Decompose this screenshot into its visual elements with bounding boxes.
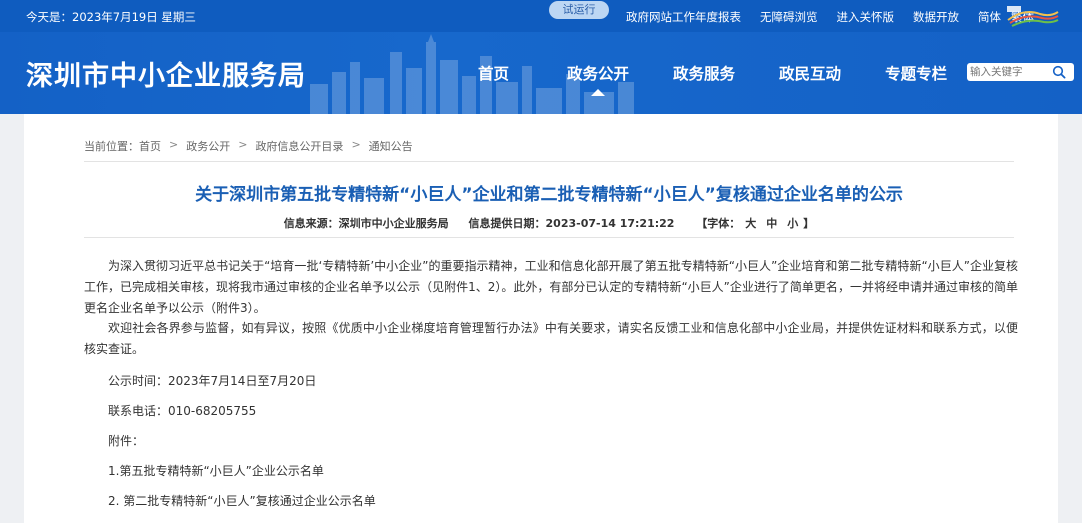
nav-government-affairs-disclosure[interactable]: 政务公开 xyxy=(567,62,629,84)
breadcrumb-notices[interactable]: 通知公告 xyxy=(369,138,413,154)
nav-home[interactable]: 首页 xyxy=(478,62,509,84)
site-title[interactable]: 深圳市中小企业服务局 xyxy=(26,54,306,93)
nav-public-interaction[interactable]: 政民互动 xyxy=(779,62,841,84)
font-size-close: 】 xyxy=(803,217,815,230)
breadcrumb-separator: > xyxy=(169,138,179,151)
publicity-period: 公示时间：2023年7月14日至7月20日 xyxy=(108,374,317,388)
nav-government-services[interactable]: 政务服务 xyxy=(673,62,735,84)
font-size-control: 【字体： 大中小】 xyxy=(696,217,814,230)
article-title: 关于深圳市第五批专精特新“小巨人”企业和第二批专精特新“小巨人”复核通过企业名单… xyxy=(195,185,903,205)
nav-special-topics[interactable]: 专题专栏 xyxy=(885,62,947,84)
font-size-medium[interactable]: 中 xyxy=(766,217,777,230)
top-link-annual-report[interactable]: 政府网站工作年度报表 xyxy=(626,9,741,25)
current-date: 今天是：2023年7月19日 星期三 xyxy=(26,10,196,24)
top-link-accessibility[interactable]: 无障碍浏览 xyxy=(760,9,818,25)
active-nav-indicator xyxy=(591,89,605,96)
search-input[interactable] xyxy=(970,64,1050,80)
breadcrumb-home[interactable]: 首页 xyxy=(139,138,161,154)
shenzhen-gov-logo-icon[interactable] xyxy=(1004,4,1060,28)
attachment-link-2[interactable]: 2. 第二批专精特新“小巨人”复核通过企业公示名单 xyxy=(108,492,376,509)
top-link-open-data[interactable]: 数据开放 xyxy=(913,9,959,25)
attachment-link-1[interactable]: 1.第五批专精特新“小巨人”企业公示名单 xyxy=(108,462,324,479)
font-size-small[interactable]: 小 xyxy=(787,217,798,230)
site-header: 深圳市中小企业服务局 首页 政务公开 政务服务 政民互动 专题专栏 xyxy=(0,32,1082,114)
breadcrumb-separator: > xyxy=(351,138,361,151)
divider xyxy=(84,237,1014,238)
breadcrumb-separator: > xyxy=(238,138,248,151)
article-meta: 信息来源：深圳市中小企业服务局 信息提供日期：2023-07-14 17:21:… xyxy=(84,215,1014,231)
info-source: 信息来源：深圳市中小企业服务局 xyxy=(283,217,449,230)
article-paragraph: 欢迎社会各界参与监督，如有异议，按照《优质中小企业梯度培育管理暂行办法》中有关要… xyxy=(84,321,1018,356)
article-body: 为深入贯彻习近平总书记关于“培育一批‘专精特新’中小企业”的重要指示精神，工业和… xyxy=(84,256,1018,368)
main-nav: 首页 政务公开 政务服务 政民互动 专题专栏 xyxy=(478,62,947,84)
top-link-simplified[interactable]: 简体 xyxy=(978,9,1001,25)
contact-phone: 联系电话：010-68205755 xyxy=(108,404,257,418)
trial-badge: 试运行 xyxy=(549,1,609,19)
divider xyxy=(84,161,1014,162)
breadcrumb: 当前位置： 首页 > 政务公开 > 政府信息公开目录 > 通知公告 xyxy=(84,138,413,154)
attachments-label: 附件： xyxy=(108,434,145,448)
article-paragraph: 为深入贯彻习近平总书记关于“培育一批‘专精特新’中小企业”的重要指示精神，工业和… xyxy=(84,259,1018,315)
font-size-label: 【字体： xyxy=(696,217,741,230)
top-links: 政府网站工作年度报表 无障碍浏览 进入关怀版 数据开放 简体 繁体 xyxy=(626,9,1053,25)
breadcrumb-government-affairs[interactable]: 政务公开 xyxy=(186,138,230,154)
search-box xyxy=(967,63,1074,81)
info-date: 信息提供日期：2023-07-14 17:21:22 xyxy=(468,217,675,230)
breadcrumb-info-catalog[interactable]: 政府信息公开目录 xyxy=(255,138,343,154)
top-link-care-mode[interactable]: 进入关怀版 xyxy=(837,9,895,25)
breadcrumb-label: 当前位置： xyxy=(84,140,139,153)
search-icon[interactable] xyxy=(1052,65,1066,79)
font-size-large[interactable]: 大 xyxy=(745,217,756,230)
top-bar: 今天是：2023年7月19日 星期三 试运行 政府网站工作年度报表 无障碍浏览 … xyxy=(0,0,1082,32)
